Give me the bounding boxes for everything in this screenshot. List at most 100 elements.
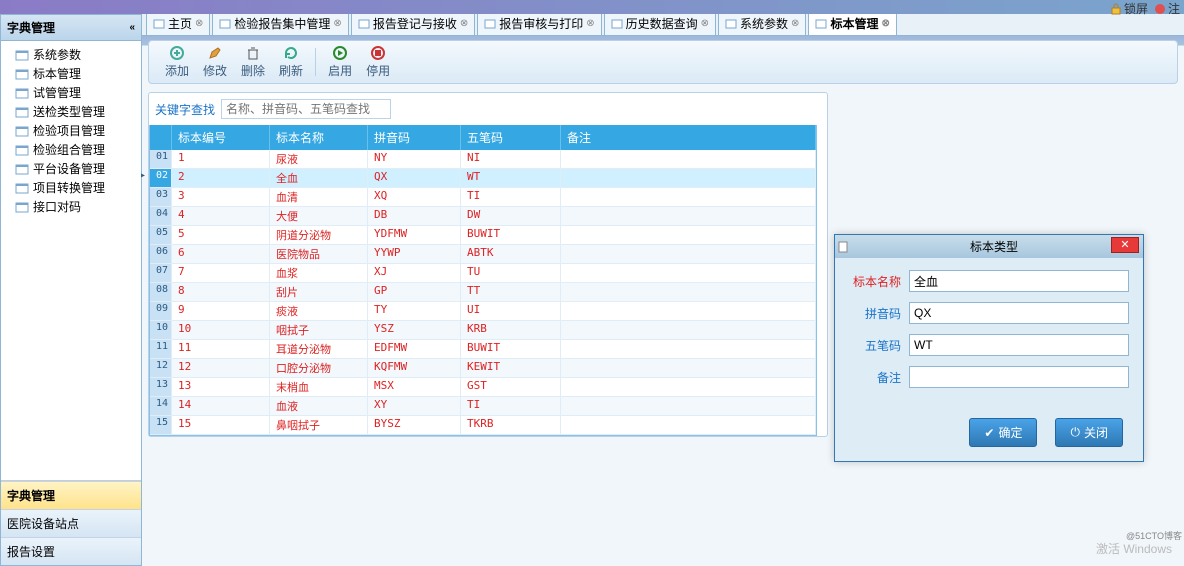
table-row[interactable]: 1515鼻咽拭子BYSZTKRB [150, 416, 816, 435]
table-row[interactable]: 055阴道分泌物YDFMWBUWIT [150, 226, 816, 245]
table-row[interactable]: 077血浆XJTU [150, 264, 816, 283]
table-row[interactable]: 011尿液NYNI [150, 150, 816, 169]
table-row[interactable]: 022全血QXWT [150, 169, 816, 188]
cell-remark [561, 302, 816, 320]
table-row[interactable]: 1212口腔分泌物KQFMWKEWIT [150, 359, 816, 378]
table-row[interactable]: 099痰液TYUI [150, 302, 816, 321]
cell-code: 5 [172, 226, 270, 244]
table-row[interactable]: 1414血液XYTI [150, 397, 816, 416]
cell-wubi: UI [461, 302, 561, 320]
field-name-input[interactable] [909, 270, 1129, 292]
sidebar-collapse-icon[interactable]: « [129, 22, 135, 33]
cell-remark [561, 245, 816, 263]
tab-close-icon[interactable]: ⊗ [460, 18, 468, 29]
lock-button[interactable]: 锁屏 [1110, 0, 1148, 17]
tree-item-0[interactable]: 系统参数 [15, 45, 141, 64]
cell-remark [561, 397, 816, 415]
cell-pinyin: BYSZ [368, 416, 461, 434]
add-button[interactable]: 添加 [159, 45, 195, 79]
cell-code: 10 [172, 321, 270, 339]
tab-0[interactable]: 主页⊗ [146, 11, 210, 35]
page-icon [15, 144, 29, 156]
dialog-titlebar[interactable]: 标本类型 ✕ [835, 235, 1143, 258]
table-row[interactable]: 066医院物品YYWPABTK [150, 245, 816, 264]
tab-6[interactable]: 标本管理⊗ [808, 11, 896, 35]
ok-button[interactable]: ✔确定 [969, 418, 1037, 447]
tab-icon [484, 18, 496, 30]
table-row[interactable]: 088刮片GPTT [150, 283, 816, 302]
page-icon [15, 182, 29, 194]
cell-code: 9 [172, 302, 270, 320]
tab-close-icon[interactable]: ⊗ [586, 18, 594, 29]
col-pinyin[interactable]: 拼音码 [368, 125, 461, 150]
tab-close-icon[interactable]: ⊗ [881, 18, 889, 29]
table-row[interactable]: 1111耳道分泌物EDFMWBUWIT [150, 340, 816, 359]
table-row[interactable]: 033血清XQTI [150, 188, 816, 207]
cell-pinyin: XQ [368, 188, 461, 206]
col-wubi[interactable]: 五笔码 [461, 125, 561, 150]
dialog-body: 标本名称 拼音码 五笔码 备注 [835, 258, 1143, 410]
sidebar-section-report[interactable]: 报告设置 [1, 537, 141, 565]
tree-item-1[interactable]: 标本管理 [15, 64, 141, 83]
field-py-input[interactable] [909, 302, 1129, 324]
refresh-button[interactable]: 刷新 [273, 45, 309, 79]
cell-remark [561, 321, 816, 339]
cell-pinyin: MSX [368, 378, 461, 396]
tab-close-icon[interactable]: ⊗ [333, 18, 341, 29]
cell-code: 13 [172, 378, 270, 396]
row-number: 11 [150, 340, 172, 358]
col-code[interactable]: 标本编号 [172, 125, 270, 150]
tab-close-icon[interactable]: ⊗ [195, 18, 203, 29]
tab-1[interactable]: 检验报告集中管理⊗ [212, 11, 348, 35]
table-row[interactable]: 044大便DBDW [150, 207, 816, 226]
cell-wubi: TI [461, 188, 561, 206]
close-button[interactable]: ⏻关闭 [1055, 418, 1123, 447]
field-remark-input[interactable] [909, 366, 1129, 388]
cell-code: 14 [172, 397, 270, 415]
table-row[interactable]: 1313末梢血MSXGST [150, 378, 816, 397]
search-input[interactable] [221, 99, 391, 119]
tree-item-7[interactable]: 项目转换管理 [15, 178, 141, 197]
logout-label: 注 [1168, 0, 1180, 17]
sidebar-header: 字典管理 « [1, 15, 141, 41]
tree-item-2[interactable]: 试管管理 [15, 83, 141, 102]
check-icon: ✔ [984, 426, 994, 440]
tree-item-5[interactable]: 检验组合管理 [15, 140, 141, 159]
cell-code: 15 [172, 416, 270, 434]
cell-wubi: GST [461, 378, 561, 396]
tab-3[interactable]: 报告审核与打印⊗ [477, 11, 601, 35]
sidebar-section-hospital[interactable]: 医院设备站点 [1, 509, 141, 537]
tree-item-3[interactable]: 送检类型管理 [15, 102, 141, 121]
tree-item-8[interactable]: 接口对码 [15, 197, 141, 216]
tab-label: 主页 [168, 15, 192, 32]
cell-code: 8 [172, 283, 270, 301]
tree-item-4[interactable]: 检验项目管理 [15, 121, 141, 140]
tab-icon [219, 18, 231, 30]
dialog-buttons: ✔确定 ⏻关闭 [835, 410, 1143, 461]
enable-icon [332, 45, 348, 61]
row-number: 02 [150, 169, 172, 187]
disable-button[interactable]: 停用 [360, 45, 396, 79]
tab-5[interactable]: 系统参数⊗ [718, 11, 806, 35]
col-name[interactable]: 标本名称 [270, 125, 368, 150]
row-number: 15 [150, 416, 172, 434]
edit-button[interactable]: 修改 [197, 45, 233, 79]
tab-label: 报告登记与接收 [373, 15, 457, 32]
field-remark-label: 备注 [849, 369, 901, 386]
tree-label: 接口对码 [33, 198, 81, 215]
delete-button[interactable]: 删除 [235, 45, 271, 79]
col-remark[interactable]: 备注 [561, 125, 816, 150]
tab-close-icon[interactable]: ⊗ [791, 18, 799, 29]
field-wb-input[interactable] [909, 334, 1129, 356]
tab-close-icon[interactable]: ⊗ [701, 18, 709, 29]
tab-4[interactable]: 历史数据查询⊗ [604, 11, 716, 35]
logout-button[interactable]: 注 [1154, 0, 1180, 17]
tab-2[interactable]: 报告登记与接收⊗ [351, 11, 475, 35]
enable-button[interactable]: 启用 [322, 45, 358, 79]
tree-item-6[interactable]: 平台设备管理 [15, 159, 141, 178]
field-py-label: 拼音码 [849, 305, 901, 322]
delete-icon [245, 45, 261, 61]
table-row[interactable]: 1010咽拭子YSZKRB [150, 321, 816, 340]
dialog-close-button[interactable]: ✕ [1111, 237, 1139, 253]
sidebar-section-dict[interactable]: 字典管理 [1, 481, 141, 509]
